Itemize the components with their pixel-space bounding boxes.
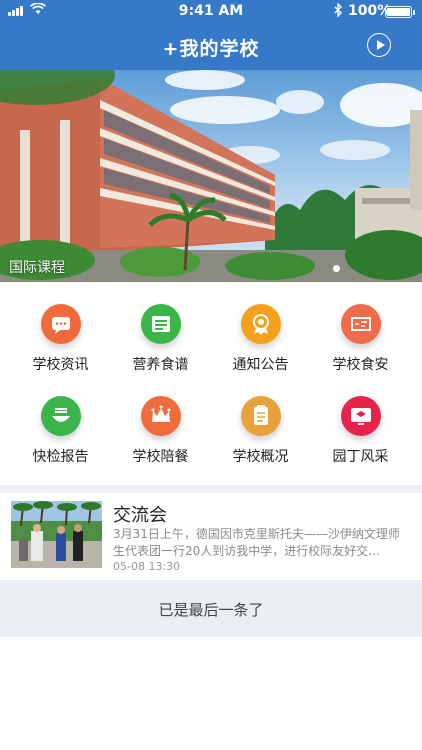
menu-item-label: 学校概况: [232, 449, 289, 465]
menu-item-label: 快检报告: [32, 449, 89, 465]
menu-item-notices[interactable]: 通知公告: [208, 292, 313, 382]
menu-item-label: 通知公告: [232, 357, 289, 373]
banner-image: [0, 70, 422, 282]
status-bar: 9:41 AM 100%: [0, 0, 422, 22]
news-date: 05-08 13:30: [113, 560, 181, 573]
recipe-icon: [141, 304, 181, 344]
message-icon: [41, 304, 81, 344]
menu-item-food-safety[interactable]: 学校食安: [308, 292, 413, 382]
banner-caption: 国际课程: [9, 260, 65, 276]
menu-item-label: 园丁风采: [332, 449, 389, 465]
menu-item-quick-report[interactable]: 快检报告: [8, 384, 113, 474]
news-title: 交流会: [113, 505, 167, 526]
bluetooth-icon: [334, 3, 342, 17]
menu-item-nutrition-recipes[interactable]: 营养食谱: [108, 292, 213, 382]
menu-item-label: 学校陪餐: [132, 449, 189, 465]
feature-grid: 学校资讯 营养食谱 通知公告 学校食安 快检报告 学校陪餐 学校概况 园丁风采: [0, 292, 422, 482]
carousel-indicator-dot: [333, 265, 340, 272]
list-end-text: 已是最后一条了: [158, 601, 264, 619]
menu-item-school-dining[interactable]: 学校陪餐: [108, 384, 213, 474]
top-bar: 9:41 AM 100% +我的学校: [0, 0, 422, 70]
play-icon[interactable]: [367, 33, 391, 57]
battery-fill: [387, 8, 410, 16]
food-safety-icon: [341, 304, 381, 344]
section-divider: [0, 485, 422, 493]
menu-item-label: 学校资讯: [32, 357, 89, 373]
monitor-icon: [341, 396, 381, 436]
news-thumbnail: [11, 501, 102, 568]
battery-icon: [385, 6, 415, 18]
clipboard-icon: [241, 396, 281, 436]
banner-carousel[interactable]: 国际课程: [0, 70, 422, 282]
menu-item-label: 学校食安: [332, 357, 389, 373]
page-title: +我的学校: [162, 38, 260, 60]
menu-item-label: 营养食谱: [132, 357, 189, 373]
report-icon: [41, 396, 81, 436]
menu-item-school-overview[interactable]: 学校概况: [208, 384, 313, 474]
notice-icon: [241, 304, 281, 344]
news-list-item[interactable]: 交流会 3月31日上午，德国因市克里斯托夫——沙伊纳文理师生代表团一行20人到访…: [0, 493, 422, 579]
menu-item-school-news[interactable]: 学校资讯: [8, 292, 113, 382]
app-screen: 9:41 AM 100% +我的学校 国际课程 学校资讯 营养食谱 通知公告 学…: [0, 0, 422, 750]
news-summary: 3月31日上午，德国因市克里斯托夫——沙伊纳文理师生代表团一行20人到访我中学，…: [113, 527, 400, 558]
crown-icon: [141, 396, 181, 436]
list-end-footer: 已是最后一条了: [0, 580, 422, 637]
menu-item-teacher-showcase[interactable]: 园丁风采: [308, 384, 413, 474]
